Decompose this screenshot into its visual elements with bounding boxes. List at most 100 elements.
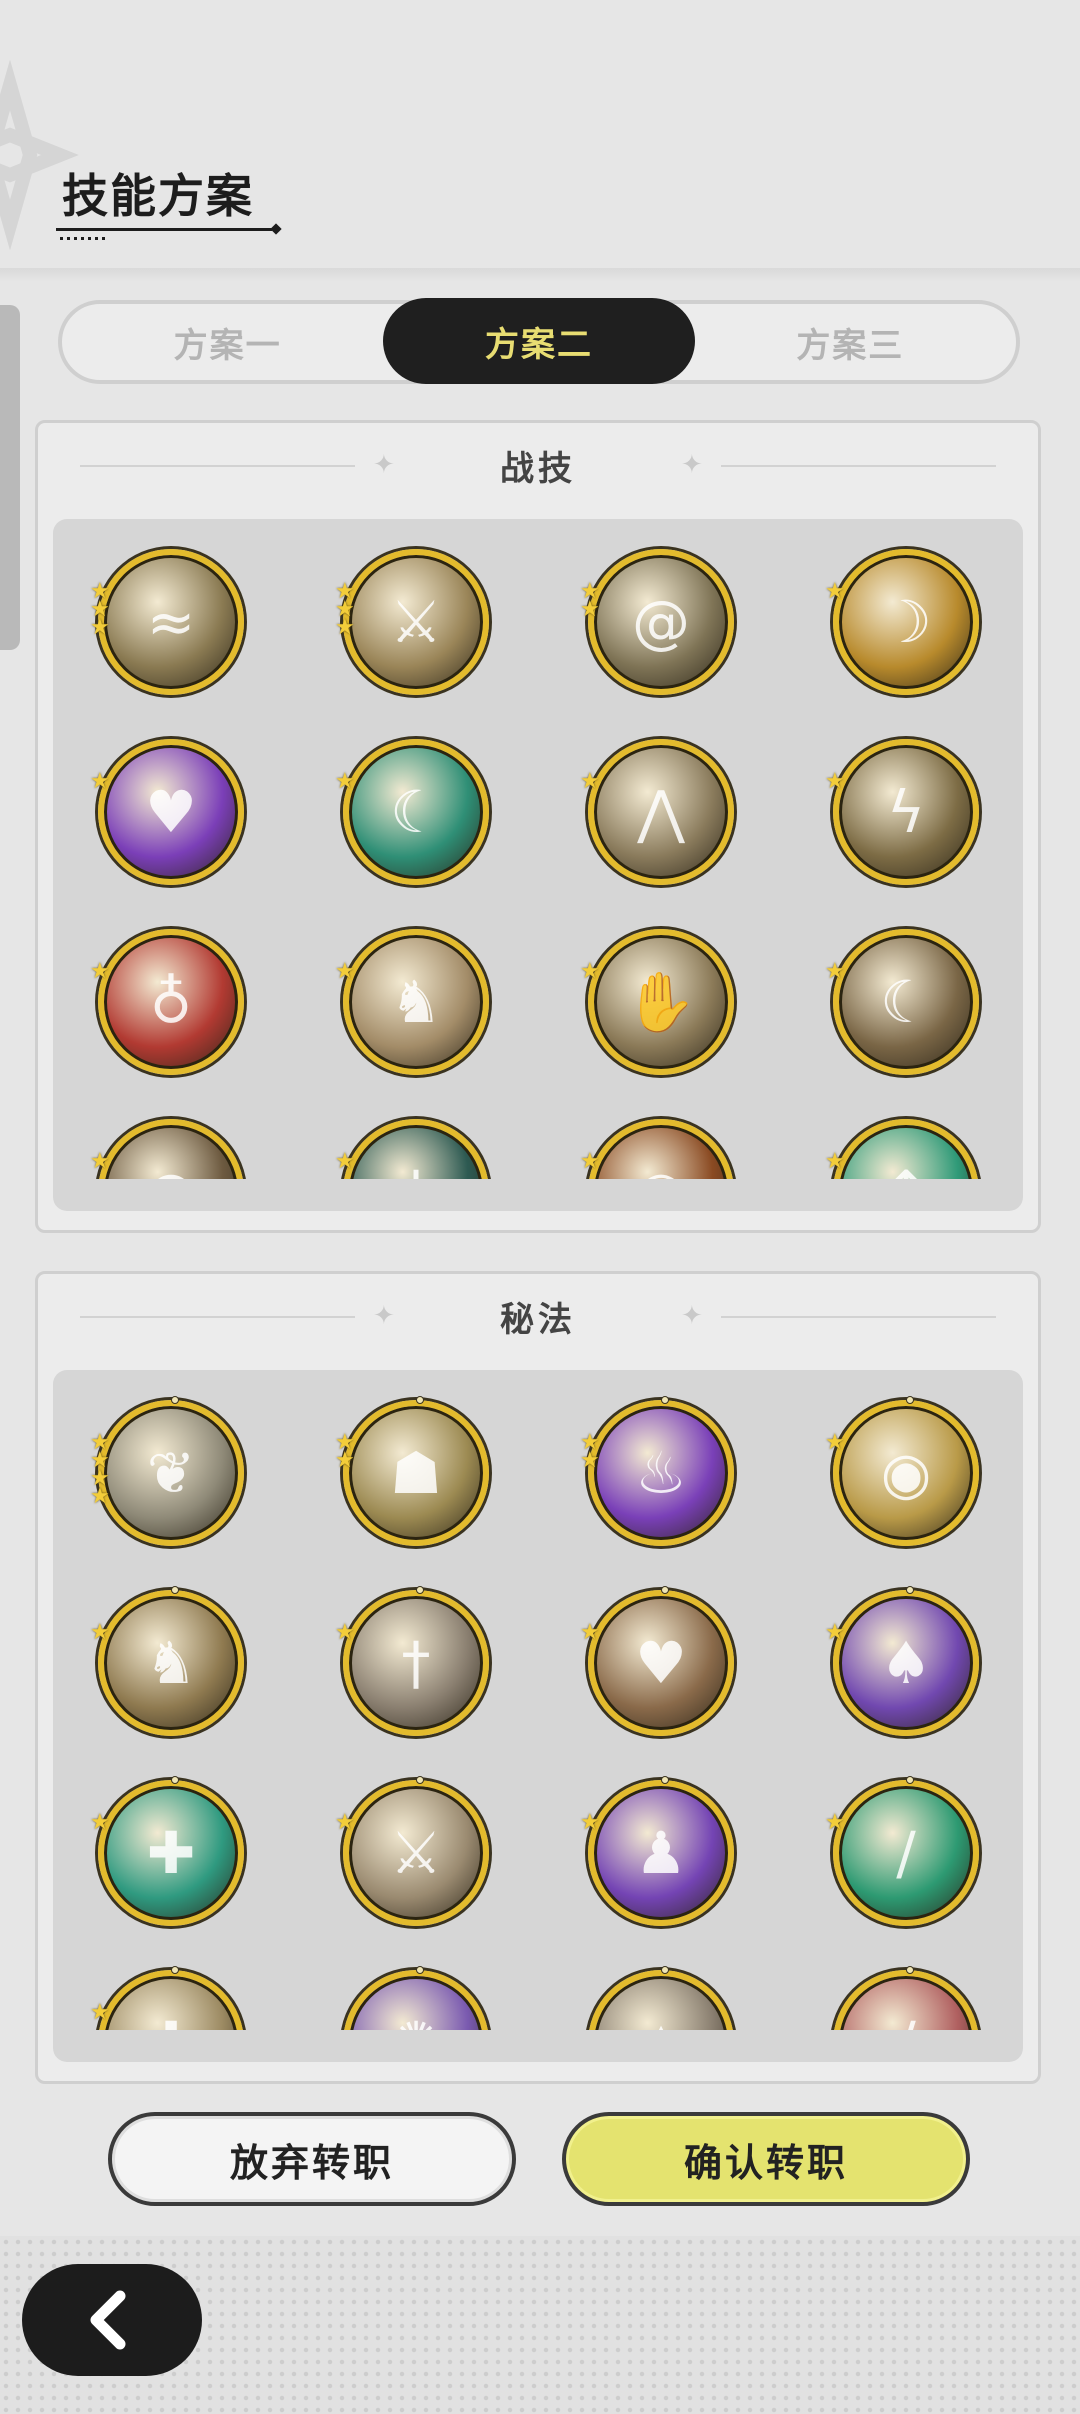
skill-slot[interactable]: ⚔ ★ [335,1776,489,1926]
sword-upgrade-icon: ⚔ [390,1819,442,1887]
all-seeing-eye-icon: ◉ [880,1439,932,1507]
star-icon: ★ [90,769,110,794]
skill-slot[interactable]: ❦ ★ ★ ★ ★ [90,1396,244,1546]
leaf-crest-icon: ❦ [146,1439,196,1507]
star-icon: ★ [335,615,355,640]
skill-slot[interactable]: ≈ ★ ★ ★ [90,549,244,695]
skill-slot[interactable]: ✚★ [90,1966,244,2030]
star-rating: ★ [335,1622,355,1644]
skill-slot[interactable]: ♞ ★ [335,929,489,1075]
battle-skills-header: ✦ 战技 ✦ [38,423,1038,513]
star-rating: ★ [825,581,845,603]
star-icon: ★ [825,1149,845,1174]
star-icon: ★ [580,1149,600,1174]
lightning-slash-icon: ϟ [886,778,926,846]
skill-slot[interactable]: ♨ ★ ★ [580,1396,734,1546]
skill-slot[interactable]: ●★ [90,1119,244,1179]
skill-slot[interactable]: ✚★ [90,1776,244,1926]
purple-aura-icon: ♟ [635,1819,687,1887]
battle-skills-panel: ✦ 战技 ✦ ≈★★★⚔★★★@★★☽★♥★☾★⋀★ϟ★♁★♞★✋★☾★●★†★… [35,420,1041,1233]
star-icon: ★ [90,1810,110,1835]
tab-plan-3[interactable]: 方案三 [695,300,1006,384]
plan-tabs: 方案一 方案二 方案三 [58,298,1020,384]
secret-arts-grid[interactable]: ❦★★★★☗★★♨★★◉★♞★†★♥★♠★✚★⚔★♟★/★✚★✺▲/ [53,1370,1023,2062]
tab-plan-2[interactable]: 方案二 [383,298,695,384]
secret-arts-list: ❦★★★★☗★★♨★★◉★♞★†★♥★♠★✚★⚔★♟★/★✚★✺▲/ [53,1370,1023,2030]
skill-slot[interactable]: ✋ ★ [580,929,734,1075]
title-dots [60,237,106,240]
star-rating: ★ ★ ★ [335,581,355,640]
header-line-right [721,465,996,467]
star-rating: ★ [825,1149,845,1174]
star-rating: ★ [90,959,110,984]
star-icon: ★ [825,1810,845,1835]
battle-skills-grid[interactable]: ≈★★★⚔★★★@★★☽★♥★☾★⋀★ϟ★♁★♞★✋★☾★●★†★◉★⇡★ [53,519,1023,1211]
title-underline [56,228,272,231]
skill-slot[interactable]: ♥ ★ [90,739,244,885]
skill-slot[interactable]: †★ [335,1119,489,1179]
skill-slot[interactable]: ☾ ★ [335,739,489,885]
star-icon: ★ [90,615,110,640]
tab-plan-1[interactable]: 方案一 [72,300,383,384]
frame-tick-icon [416,1966,424,1974]
skill-slot[interactable]: †★ [335,1586,489,1736]
battle-skills-list: ≈★★★⚔★★★@★★☽★♥★☾★⋀★ϟ★♁★♞★✋★☾★●★†★◉★⇡★ [53,519,1023,1179]
skill-slot[interactable]: ♟ ★ [580,1776,734,1926]
skill-slot[interactable]: ▲ [588,1966,734,2030]
skill-slot[interactable]: @ ★ ★ [580,549,734,695]
skill-slot[interactable]: ϟ ★ [825,739,979,885]
skill-slot[interactable]: ♞ ★ [90,1586,244,1736]
frame-tick-icon [171,1776,179,1784]
skill-slot[interactable]: ☾ ★ [825,929,979,1075]
skill-slot[interactable]: ☽ ★ [825,549,979,695]
earth-spikes-icon: ⋀ [637,778,685,846]
frame-tick-icon [661,1396,669,1404]
charging-rider-icon: ♞ [390,968,442,1036]
star-rating: ★ [90,1149,110,1174]
star-rating: ★ [580,1149,600,1174]
star-rating: ★ [335,1812,355,1834]
secret-arts-header: ✦ 秘法 ✦ [38,1274,1038,1364]
skill-slot[interactable]: ⚔ ★ ★ ★ [335,549,489,695]
skill-slot[interactable]: ♠ ★ [825,1586,979,1736]
skill-slot[interactable]: ⇡★ [825,1119,979,1179]
skill-slot[interactable]: ◉★ [580,1119,734,1179]
star-rating: ★ [825,1432,845,1454]
side-scroll-handle[interactable] [0,305,20,650]
shadow-cat-icon: ♠ [880,1629,932,1697]
frame-tick-icon [661,1966,669,1974]
secret-arts-panel: ✦ 秘法 ✦ ❦★★★★☗★★♨★★◉★♞★†★♥★♠★✚★⚔★♟★/★✚★✺▲… [35,1271,1041,2084]
skill-slot[interactable]: ⋀ ★ [580,739,734,885]
purple-heart-icon: ♥ [145,778,197,846]
star-rating: ★ [335,961,355,983]
skill-slot[interactable]: / [833,1966,979,2030]
skill-slot[interactable]: ♁ ★ [90,929,244,1075]
abandon-change-button[interactable]: 放弃转职 [108,2112,516,2206]
whirlwind-icon: @ [632,588,690,656]
back-button[interactable] [22,2264,202,2376]
confirm-change-button[interactable]: 确认转职 [562,2112,970,2206]
star-icon: ★ [90,1484,110,1509]
frame-tick-icon [906,1966,914,1974]
frame-tick-icon [171,1396,179,1404]
frame-tick-icon [416,1396,424,1404]
skill-slot[interactable]: ✺ [343,1966,489,2030]
purple-orb-icon: ✺ [349,1976,483,2030]
golden-slash-icon: ☽ [880,588,932,656]
skill-slot[interactable]: ◉★ [825,1396,979,1546]
green-arrows-icon: ⇡ [839,1125,973,1179]
skill-slot[interactable]: ♥ ★ [580,1586,734,1736]
star-icon: ★ [90,959,110,984]
star-rating: ★ [825,1622,845,1644]
star-icon: ★ [90,1149,110,1174]
star-rating: ★ [580,1812,600,1834]
star-rating: ★ [825,961,845,983]
sparkle-icon: ✦ [681,1301,703,1331]
header-divider [0,268,1080,282]
skill-slot[interactable]: ☗ ★ ★ [335,1396,489,1546]
golem-icon: ☗ [390,1439,442,1507]
skill-slot[interactable]: / ★ [825,1776,979,1926]
star-rating: ★ [90,769,110,794]
chevron-left-icon [90,2290,126,2350]
frame-tick-icon [416,1776,424,1784]
